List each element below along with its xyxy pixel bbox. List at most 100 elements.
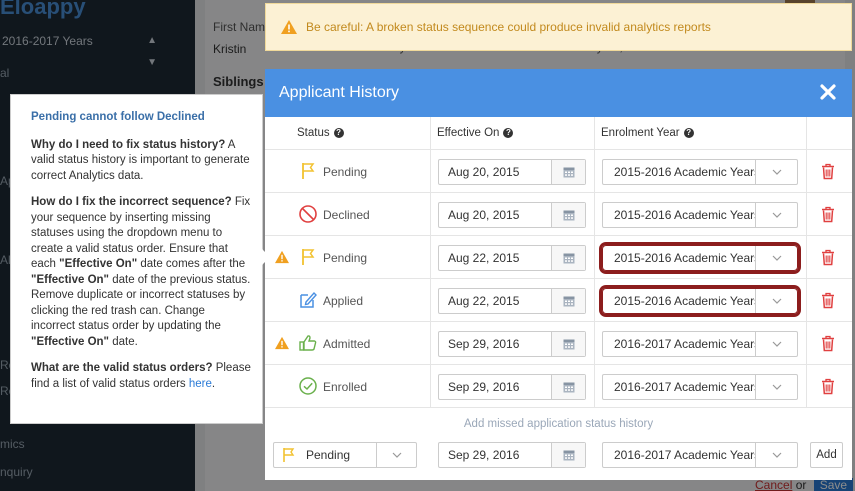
effective-date-value: Sep 29, 2016 [448, 337, 520, 351]
add-date-picker[interactable]: Sep 29, 2016 [438, 442, 586, 468]
effective-date-value: Aug 22, 2015 [448, 294, 520, 308]
effective-date-value: Aug 20, 2015 [448, 165, 520, 179]
add-year-value: 2016-2017 Academic Years [614, 448, 755, 462]
flag-icon [298, 161, 318, 181]
tooltip-question: What are the valid status orders? [31, 362, 213, 374]
applied-icon [298, 290, 318, 310]
calendar-icon[interactable] [551, 289, 585, 313]
add-status-row: Pending Sep 29, 2016 2016-2017 Academic … [265, 440, 852, 484]
status-label: Pending [323, 165, 368, 179]
effective-date-value: Aug 20, 2015 [448, 208, 520, 222]
calendar-icon[interactable] [551, 203, 585, 227]
table-row: Declined Aug 20, 2015 2015-2016 Academic Y… [265, 193, 852, 236]
table-row: Applied Aug 22, 2015 2015-2016 Academic Ye… [265, 279, 852, 322]
chevron-down-icon [755, 160, 797, 184]
column-header-status: Status? [297, 127, 344, 139]
enrolment-year-select[interactable]: 2015-2016 Academic Years [602, 159, 798, 185]
status-label: Pending [323, 251, 368, 265]
chevron-down-icon [755, 332, 797, 356]
enrolment-year-select[interactable]: 2015-2016 Academic Years [602, 202, 798, 228]
status-label: Declined [323, 208, 370, 222]
enrolment-year-select[interactable]: 2015-2016 Academic Years [602, 245, 798, 271]
modal-header: Applicant History [265, 69, 852, 117]
trash-icon[interactable] [821, 292, 835, 309]
help-tooltip: Pending cannot follow Declined Why do I … [10, 94, 270, 424]
calendar-icon[interactable] [551, 375, 585, 399]
tooltip-question: Why do I need to fix status history? [31, 138, 226, 151]
trash-icon[interactable] [821, 163, 835, 180]
table-row: Pending Aug 20, 2015 2015-2016 Academic Ye… [265, 150, 852, 193]
effective-date-picker[interactable]: Aug 22, 2015 [438, 245, 586, 271]
enrolment-year-select[interactable]: 2016-2017 Academic Years [602, 374, 798, 400]
trash-icon[interactable] [821, 335, 835, 352]
enrolment-year-value: 2015-2016 Academic Years [614, 208, 755, 222]
add-status-select[interactable]: Pending [273, 442, 417, 468]
calendar-icon[interactable] [551, 160, 585, 184]
enrolment-year-value: 2015-2016 Academic Years [614, 294, 755, 308]
effective-date-value: Aug 22, 2015 [448, 251, 520, 265]
tooltip-paragraph: Why do I need to fix status history? A v… [31, 138, 252, 185]
chevron-down-icon [755, 443, 797, 467]
enrolment-year-value: 2016-2017 Academic Years [614, 337, 755, 351]
chevron-down-icon [755, 375, 797, 399]
effective-date-picker[interactable]: Aug 20, 2015 [438, 159, 586, 185]
table-header: Status? Effective On? Enrolment Year? [265, 117, 852, 150]
effective-date-value: Sep 29, 2016 [448, 380, 520, 394]
warning-icon [274, 250, 290, 264]
column-label: Effective On [437, 127, 500, 139]
modal-title: Applicant History [279, 84, 400, 101]
chevron-down-icon [755, 203, 797, 227]
warning-text: Be careful: A broken status sequence cou… [306, 20, 711, 34]
tooltip-emphasis: "Effective On" [31, 335, 110, 348]
chevron-down-icon [376, 443, 416, 467]
effective-date-picker[interactable]: Sep 29, 2016 [438, 374, 586, 400]
column-header-enrolment-year: Enrolment Year? [601, 127, 694, 139]
applicant-history-modal: Applicant History Status? Effective On? … [265, 69, 852, 480]
warning-banner: Be careful: A broken status sequence cou… [265, 3, 852, 51]
add-date-value: Sep 29, 2016 [448, 448, 520, 462]
declined-icon [298, 204, 318, 224]
trash-icon[interactable] [821, 206, 835, 223]
effective-date-picker[interactable]: Sep 29, 2016 [438, 331, 586, 357]
column-label: Status [297, 127, 330, 139]
tooltip-answer: date. [109, 335, 138, 348]
status-label: Applied [323, 294, 364, 308]
warning-icon [281, 20, 297, 34]
tooltip-emphasis: "Effective On" [31, 273, 110, 286]
status-label: Enrolled [323, 380, 368, 394]
effective-date-picker[interactable]: Aug 22, 2015 [438, 288, 586, 314]
help-icon[interactable]: ? [333, 128, 344, 138]
tooltip-title: Pending cannot follow Declined [31, 111, 205, 123]
calendar-icon[interactable] [551, 443, 585, 467]
table-row: Pending Aug 22, 2015 2015-2016 Academic Ye… [265, 236, 852, 279]
tooltip-answer: . [211, 377, 216, 390]
tooltip-paragraph: What are the valid status orders? Please… [31, 361, 252, 392]
column-label: Enrolment Year [601, 127, 680, 139]
chevron-down-icon [755, 246, 797, 270]
add-button[interactable]: Add [810, 442, 843, 468]
calendar-icon[interactable] [551, 332, 585, 356]
add-year-select[interactable]: 2016-2017 Academic Years [602, 442, 798, 468]
add-status-value: Pending [306, 448, 351, 462]
enrolment-year-select[interactable]: 2016-2017 Academic Years [602, 331, 798, 357]
flag-icon [298, 247, 318, 267]
calendar-icon[interactable] [551, 246, 585, 270]
close-icon[interactable] [818, 82, 838, 102]
table-row: Admitted Sep 29, 2016 2016-2017 Academic Y… [265, 322, 852, 365]
thumbs-up-icon [298, 333, 318, 353]
tooltip-answer: date comes after the [137, 258, 246, 270]
trash-icon[interactable] [821, 249, 835, 266]
tooltip-emphasis: "Effective On" [59, 258, 138, 270]
help-icon[interactable]: ? [503, 128, 514, 138]
chevron-down-icon [755, 289, 797, 313]
tooltip-question: How do I fix the incorrect sequence? [31, 196, 232, 208]
status-label: Admitted [323, 337, 371, 351]
column-header-effective-on: Effective On? [437, 127, 514, 139]
enrolment-year-value: 2015-2016 Academic Years [614, 165, 755, 179]
status-orders-link[interactable]: here [189, 378, 212, 390]
check-circle-icon [298, 376, 318, 396]
help-icon[interactable]: ? [683, 128, 694, 138]
trash-icon[interactable] [821, 378, 835, 395]
enrolment-year-select[interactable]: 2015-2016 Academic Years [602, 288, 798, 314]
effective-date-picker[interactable]: Aug 20, 2015 [438, 202, 586, 228]
